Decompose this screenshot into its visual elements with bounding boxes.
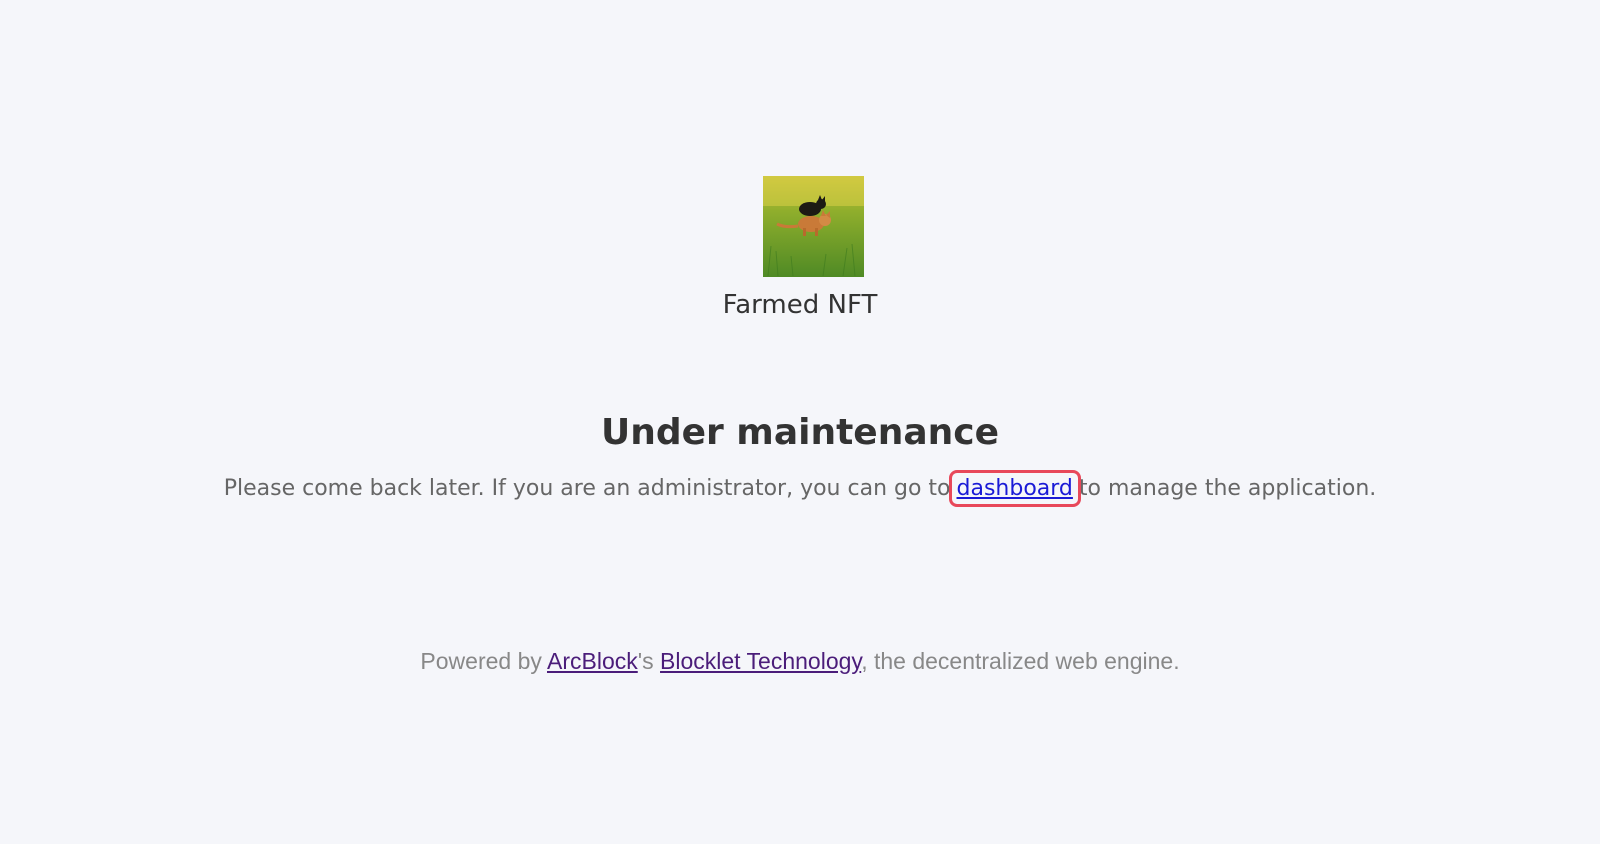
dashboard-link[interactable]: dashboard — [948, 470, 1081, 507]
footer-prefix: Powered by — [420, 648, 547, 674]
message-text-before: Please come back later. If you are an ad… — [223, 476, 951, 501]
cats-on-grass-image — [763, 176, 864, 277]
app-logo — [763, 176, 864, 277]
maintenance-page: Farmed NFT Under maintenance Please come… — [0, 0, 1600, 844]
footer-suffix: , the decentralized web engine. — [861, 648, 1180, 674]
footer-possessive: 's — [637, 648, 661, 674]
blocklet-technology-link[interactable]: Blocklet Technology — [660, 648, 861, 674]
arcblock-link[interactable]: ArcBlock — [547, 648, 638, 674]
page-title: Under maintenance — [600, 412, 1000, 453]
app-name: Farmed NFT — [722, 290, 878, 320]
maintenance-message: Please come back later. If you are an ad… — [0, 470, 1600, 507]
footer: Powered by ArcBlock's Blocklet Technolog… — [0, 648, 1600, 675]
message-text-after: to manage the application. — [1078, 476, 1377, 501]
